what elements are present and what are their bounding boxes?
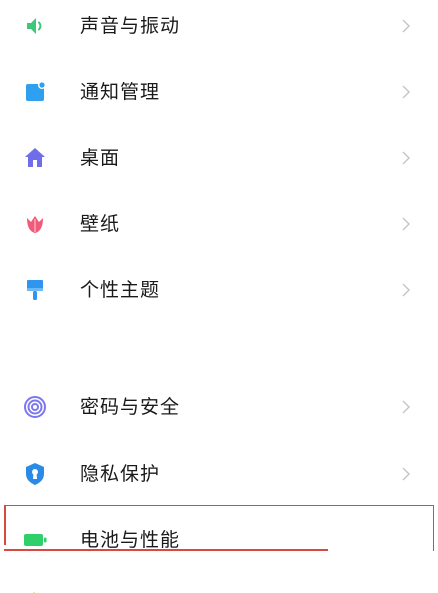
- settings-item-label: 通知管理: [80, 81, 161, 103]
- settings-item-label: 壁纸: [80, 213, 121, 235]
- chevron-right-icon: [398, 16, 414, 36]
- settings-item-desktop[interactable]: 桌面: [0, 132, 438, 186]
- chevron-right-icon: [398, 397, 414, 417]
- settings-item-notifications[interactable]: 通知管理: [0, 66, 438, 120]
- tulip-icon: [22, 211, 48, 237]
- chevron-right-icon: [398, 82, 414, 102]
- settings-list: 声音与振动 通知管理 桌面 壁纸 个性主题 密码与安全 隐私保护 电池与性能: [0, 0, 438, 593]
- shield-icon: [22, 461, 48, 487]
- notification-icon: [22, 79, 48, 105]
- highlight-box: [4, 505, 434, 551]
- speaker-icon: [22, 13, 48, 39]
- highlight-left-edge: [4, 505, 6, 545]
- settings-item-sound-vibration[interactable]: 声音与振动: [0, 0, 438, 54]
- settings-item-label: 密码与安全: [80, 396, 181, 418]
- partial-next-row-icon: [24, 584, 44, 593]
- fingerprint-icon: [22, 394, 48, 420]
- settings-item-password-security[interactable]: 密码与安全: [0, 381, 438, 435]
- brush-icon: [22, 277, 48, 303]
- chevron-right-icon: [398, 214, 414, 234]
- chevron-right-icon: [398, 148, 414, 168]
- settings-item-label: 桌面: [80, 147, 121, 169]
- highlight-underline: [4, 549, 328, 551]
- chevron-right-icon: [398, 464, 414, 484]
- settings-item-wallpaper[interactable]: 壁纸: [0, 198, 438, 252]
- settings-item-themes[interactable]: 个性主题: [0, 264, 438, 318]
- settings-item-label: 隐私保护: [80, 463, 161, 485]
- settings-item-label: 声音与振动: [80, 15, 181, 37]
- chevron-right-icon: [398, 280, 414, 300]
- settings-item-label: 个性主题: [80, 279, 161, 301]
- home-icon: [22, 145, 48, 171]
- settings-item-privacy[interactable]: 隐私保护: [0, 448, 438, 502]
